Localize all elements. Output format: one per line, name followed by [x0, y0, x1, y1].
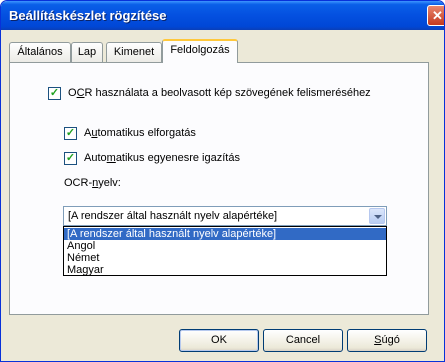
help-button[interactable]: Súgó — [347, 329, 427, 352]
tab-kimenet[interactable]: Kimenet — [106, 42, 162, 62]
window-title: Beállításkészlet rögzítése — [9, 8, 167, 23]
tab-altalanos[interactable]: Általános — [9, 42, 71, 62]
ocr-checkbox[interactable]: ✓ — [48, 87, 61, 100]
auto-straighten-checkbox[interactable]: ✓ — [64, 152, 77, 165]
tab-label: Általános — [17, 46, 63, 58]
tab-label: Lap — [77, 46, 97, 58]
close-icon: ✕ — [432, 8, 443, 23]
dialog-window: Beállításkészlet rögzítése ✕ Általános L… — [0, 0, 445, 362]
checkmark-icon: ✓ — [65, 127, 76, 139]
cancel-button-label: Cancel — [285, 334, 321, 346]
ok-button[interactable]: OK — [179, 329, 259, 352]
language-option-angol[interactable]: Angol — [64, 240, 386, 252]
language-option-default[interactable]: [A rendszer által használt nyelv alapért… — [64, 228, 386, 240]
close-button[interactable]: ✕ — [427, 5, 444, 26]
ok-button-label: OK — [211, 334, 227, 346]
ocr-checkbox-label[interactable]: OCR használata a beolvasott kép szövegén… — [68, 87, 371, 99]
chevron-down-icon — [374, 215, 382, 219]
ocr-language-value: [A rendszer által használt nyelv alapért… — [68, 210, 278, 222]
auto-rotate-label[interactable]: Automatikus elforgatás — [84, 127, 196, 139]
dropdown-button[interactable] — [369, 208, 385, 224]
tab-panel-feldolgozas: ✓ OCR használata a beolvasott kép szöveg… — [9, 62, 429, 315]
tab-label: Kimenet — [113, 46, 155, 58]
ocr-language-select[interactable]: [A rendszer által használt nyelv alapért… — [63, 206, 387, 226]
auto-rotate-checkbox[interactable]: ✓ — [64, 127, 77, 140]
cancel-button[interactable]: Cancel — [263, 329, 343, 352]
ocr-language-dropdown-list: [A rendszer által használt nyelv alapért… — [63, 226, 387, 276]
help-button-label: Súgó — [374, 334, 400, 346]
checkmark-icon: ✓ — [65, 152, 76, 164]
tab-lap[interactable]: Lap — [71, 42, 103, 62]
auto-straighten-label[interactable]: Automatikus egyenesre igazítás — [84, 152, 240, 164]
checkmark-icon: ✓ — [49, 87, 60, 99]
language-option-magyar[interactable]: Magyar — [64, 264, 386, 276]
ocr-language-label: OCR-nyelv: — [64, 177, 121, 189]
language-option-nemet[interactable]: Német — [64, 252, 386, 264]
tab-feldolgozas[interactable]: Feldolgozás — [162, 39, 238, 63]
title-bar[interactable]: Beállításkészlet rögzítése ✕ — [1, 1, 444, 30]
tab-label: Feldolgozás — [170, 44, 230, 56]
